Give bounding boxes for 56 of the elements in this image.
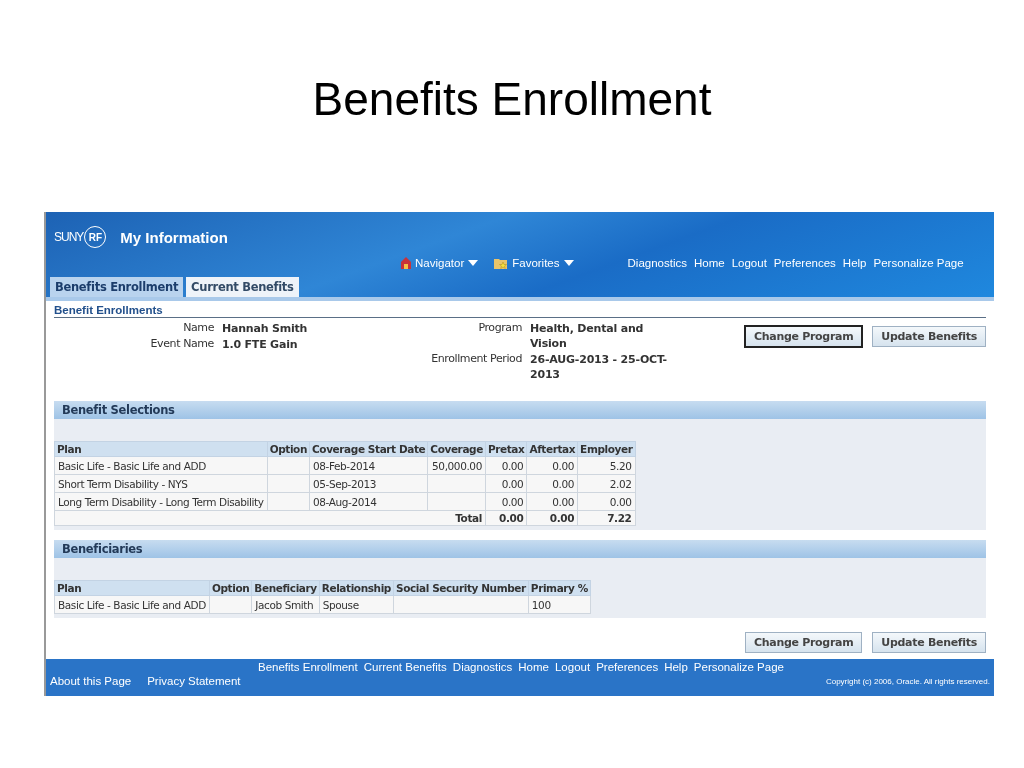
field-label: Enrollment Period (430, 352, 522, 367)
footer-link[interactable]: Help (664, 661, 688, 673)
menu-link[interactable]: Navigator (415, 257, 465, 269)
footer-link[interactable]: Diagnostics (452, 661, 513, 673)
column-header: Aftertax (526, 441, 578, 457)
column-header: Primary % (528, 580, 591, 596)
column-header: Option (267, 441, 310, 457)
slide-title: Benefits Enrollment (311, 72, 713, 127)
field-value: 26-AUG-2013 - 25-OCT-2013 (530, 352, 668, 382)
logo: SUNY RF (54, 226, 107, 248)
column-header: Relationship (319, 580, 394, 596)
footer-link[interactable]: About this Page (50, 675, 132, 687)
column-header: Social Security Number (393, 580, 529, 596)
footer-link[interactable]: Preferences (596, 661, 659, 673)
footer-link[interactable]: Home (518, 661, 549, 673)
field-label: Program (477, 321, 522, 336)
action-button[interactable]: Update Benefits (872, 326, 986, 347)
global-link[interactable]: Logout (731, 257, 767, 269)
field-label: Event Name (149, 337, 214, 352)
folder-star-icon (494, 257, 509, 269)
field-value: Hannah Smith (222, 321, 309, 336)
column-header: Beneficiary (251, 580, 320, 596)
section-header: Benefit Selections (54, 401, 986, 419)
house-icon (401, 257, 411, 269)
column-header: Employer (577, 441, 635, 457)
footer-link[interactable]: Current Benefits (363, 661, 447, 673)
column-header: Plan (54, 441, 268, 457)
tab[interactable]: Benefits Enrollment (50, 277, 184, 297)
footer-link[interactable]: Benefits Enrollment (258, 661, 358, 673)
column-header: Coverage (427, 441, 486, 457)
global-link[interactable]: Home (693, 257, 725, 269)
page-heading: Benefit Enrollments (54, 304, 986, 318)
column-header: Option (209, 580, 252, 596)
field-value: 1.0 FTE Gain (222, 337, 299, 352)
footer-link[interactable]: Privacy Statement (147, 675, 241, 687)
section-header: Beneficiaries (54, 540, 986, 558)
column-header: Coverage Start Date (309, 441, 428, 457)
global-link[interactable]: Personalize Page (873, 257, 964, 269)
action-button[interactable]: Update Benefits (872, 632, 986, 653)
menu-link[interactable]: Favorites (512, 257, 560, 269)
copyright-text: Copyright (c) 2006, Oracle. All rights reserved. (825, 676, 990, 686)
caret-icon (563, 260, 574, 266)
column-header: Pretax (485, 441, 527, 457)
column-header: Plan (54, 580, 210, 596)
global-link[interactable]: Diagnostics (627, 257, 687, 269)
footer-link[interactable]: Personalize Page (693, 661, 784, 673)
footer-link[interactable]: Logout (554, 661, 591, 673)
field-value: Health, Dental and Vision (530, 321, 645, 351)
caret-icon (468, 260, 479, 266)
global-link[interactable]: Preferences (773, 257, 836, 269)
global-link[interactable]: Help (842, 257, 867, 269)
action-button[interactable]: Change Program (745, 632, 863, 653)
field-label: Name (182, 321, 214, 336)
action-button[interactable]: Change Program (745, 326, 863, 347)
app-title: My Information (120, 228, 228, 246)
tab[interactable]: Current Benefits (186, 277, 299, 297)
